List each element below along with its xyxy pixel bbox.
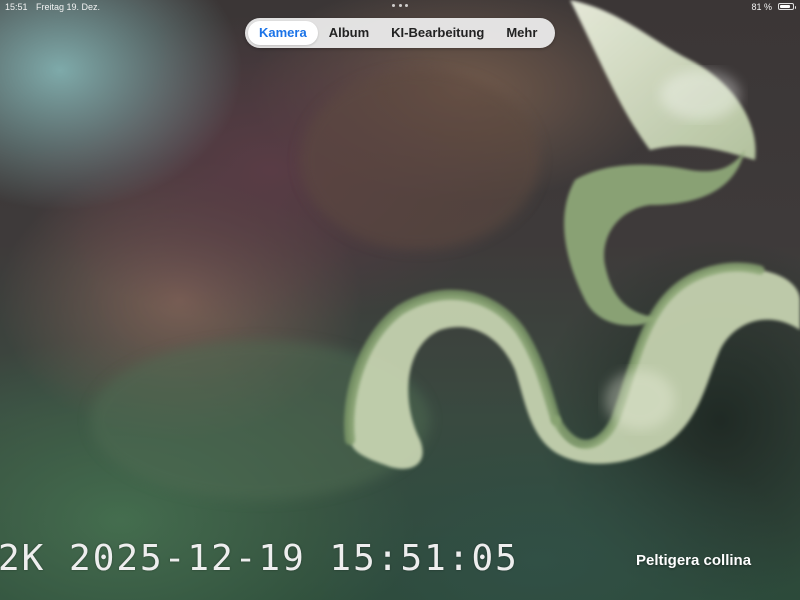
tab-ki-bearbeitung[interactable]: KI-Bearbeitung [380,21,495,45]
battery-level-fill [780,5,790,8]
species-label: Peltigera collina [636,552,752,569]
camera-viewfinder [0,0,800,600]
battery-percentage: 81 % [751,2,772,12]
timestamp-overlay: 2K 2025-12-19 15:51:05 [0,538,519,579]
lichen-specimen-image [90,0,800,500]
tab-kamera[interactable]: Kamera [248,21,318,45]
status-bar: 15:51 Freitag 19. Dez. 81 % [0,0,800,14]
multitasking-dots-icon[interactable] [392,4,408,8]
mode-tab-bar: Kamera Album KI-Bearbeitung Mehr [245,18,555,48]
battery-icon [778,3,796,10]
status-date: Freitag 19. Dez. [36,2,101,12]
status-time: 15:51 [5,2,28,12]
tab-album[interactable]: Album [318,21,380,45]
tab-mehr[interactable]: Mehr [495,21,548,45]
